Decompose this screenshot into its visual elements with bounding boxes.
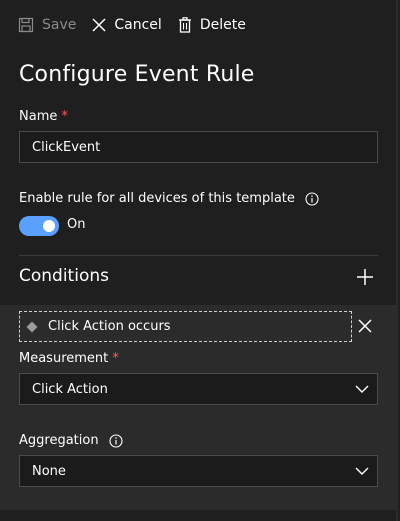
enable-rule-label: Enable rule for all devices of this temp… [19,191,295,206]
name-label: Name [19,109,58,124]
chevron-down-icon [355,467,369,475]
rule-panel: Save Cancel Delete Configure Event Rule … [0,0,398,521]
aggregation-select[interactable]: None [19,455,378,487]
toolbar: Save Cancel Delete [0,0,396,50]
toggle-state-label: On [67,217,86,232]
condition-chip[interactable]: Click Action occurs [19,311,352,342]
measurement-select[interactable]: Click Action [19,373,378,405]
aggregation-label: Aggregation [19,433,99,448]
page-title: Configure Event Rule [19,62,255,87]
enable-rule-row: Enable rule for all devices of this temp… [19,191,319,206]
save-button[interactable]: Save [18,17,76,33]
remove-condition-icon[interactable] [358,319,372,333]
info-icon[interactable] [305,191,319,206]
cancel-button[interactable]: Cancel [92,17,162,33]
delete-label: Delete [199,17,246,33]
diamond-icon [26,321,38,332]
measurement-value: Click Action [32,381,108,397]
divider [19,255,378,256]
save-icon [18,17,34,33]
measurement-label-row: Measurement * [19,351,119,366]
required-mark: * [112,351,119,366]
save-label: Save [42,17,77,33]
required-mark: * [61,109,69,124]
chevron-down-icon [355,385,369,393]
trash-icon [178,17,191,33]
name-input[interactable] [19,131,378,163]
name-label-row: Name * [19,109,68,124]
delete-button[interactable]: Delete [178,17,246,33]
toggle-knob [43,220,55,232]
conditions-title: Conditions [19,266,109,286]
info-icon[interactable] [109,433,123,448]
cancel-label: Cancel [114,17,162,33]
add-condition-icon[interactable] [354,266,376,288]
aggregation-label-row: Aggregation [19,433,123,448]
enable-rule-toggle[interactable] [19,216,59,236]
close-icon [92,18,106,32]
condition-chip-label: Click Action occurs [48,319,171,334]
aggregation-value: None [32,463,66,479]
panel-footer-strip [0,510,396,521]
measurement-label: Measurement [19,351,109,366]
